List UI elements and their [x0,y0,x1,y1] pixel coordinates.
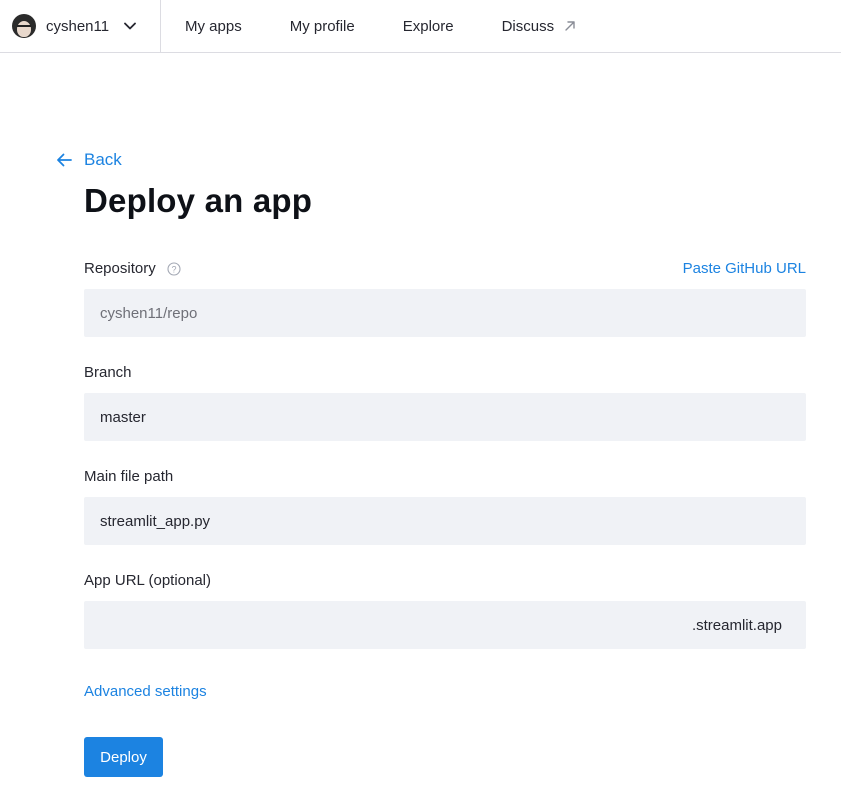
nav-discuss[interactable]: Discuss [502,0,578,52]
main-file-path-value: streamlit_app.py [100,512,211,530]
chevron-down-icon [123,19,137,33]
nav-discuss-label: Discuss [501,17,555,35]
repository-label: Repository ? [84,260,181,277]
repository-label-text: Repository [84,260,156,277]
arrow-left-icon [55,151,73,169]
page-title: Deploy an app [84,182,313,219]
avatar [12,14,36,38]
help-icon[interactable]: ? [167,261,181,276]
nav-explore[interactable]: Explore [403,0,454,52]
app-url-label: App URL (optional) [84,572,211,589]
account-username: cyshen11 [46,17,110,35]
branch-input[interactable]: master [84,393,806,441]
app-url-label-text: App URL (optional) [84,572,212,589]
top-nav: cyshen11 My apps My profile Explore Disc… [0,0,841,53]
repository-value: cyshen11/repo [100,304,198,322]
main-file-path-input[interactable]: streamlit_app.py [84,497,806,545]
repository-input[interactable]: cyshen11/repo [84,289,806,337]
advanced-settings-link[interactable]: Advanced settings [84,683,207,700]
app-url-input[interactable]: .streamlit.app [84,601,806,649]
main-file-path-label-text: Main file path [84,468,174,485]
nav-my-apps[interactable]: My apps [185,0,242,52]
svg-text:?: ? [171,264,176,274]
nav-links: My apps My profile Explore Discuss [161,0,577,52]
paste-github-url-link[interactable]: Paste GitHub URL [683,260,806,277]
main-file-path-label: Main file path [84,468,173,485]
back-link[interactable]: Back [55,150,122,170]
nav-my-profile[interactable]: My profile [290,0,355,52]
app-url-suffix: .streamlit.app [691,616,782,634]
back-label: Back [84,150,122,169]
branch-label: Branch [84,364,132,381]
account-menu[interactable]: cyshen11 [0,0,161,52]
branch-value: master [100,408,146,426]
deploy-button[interactable]: Deploy [84,737,163,777]
external-link-icon [563,19,577,33]
branch-label-text: Branch [84,364,132,381]
